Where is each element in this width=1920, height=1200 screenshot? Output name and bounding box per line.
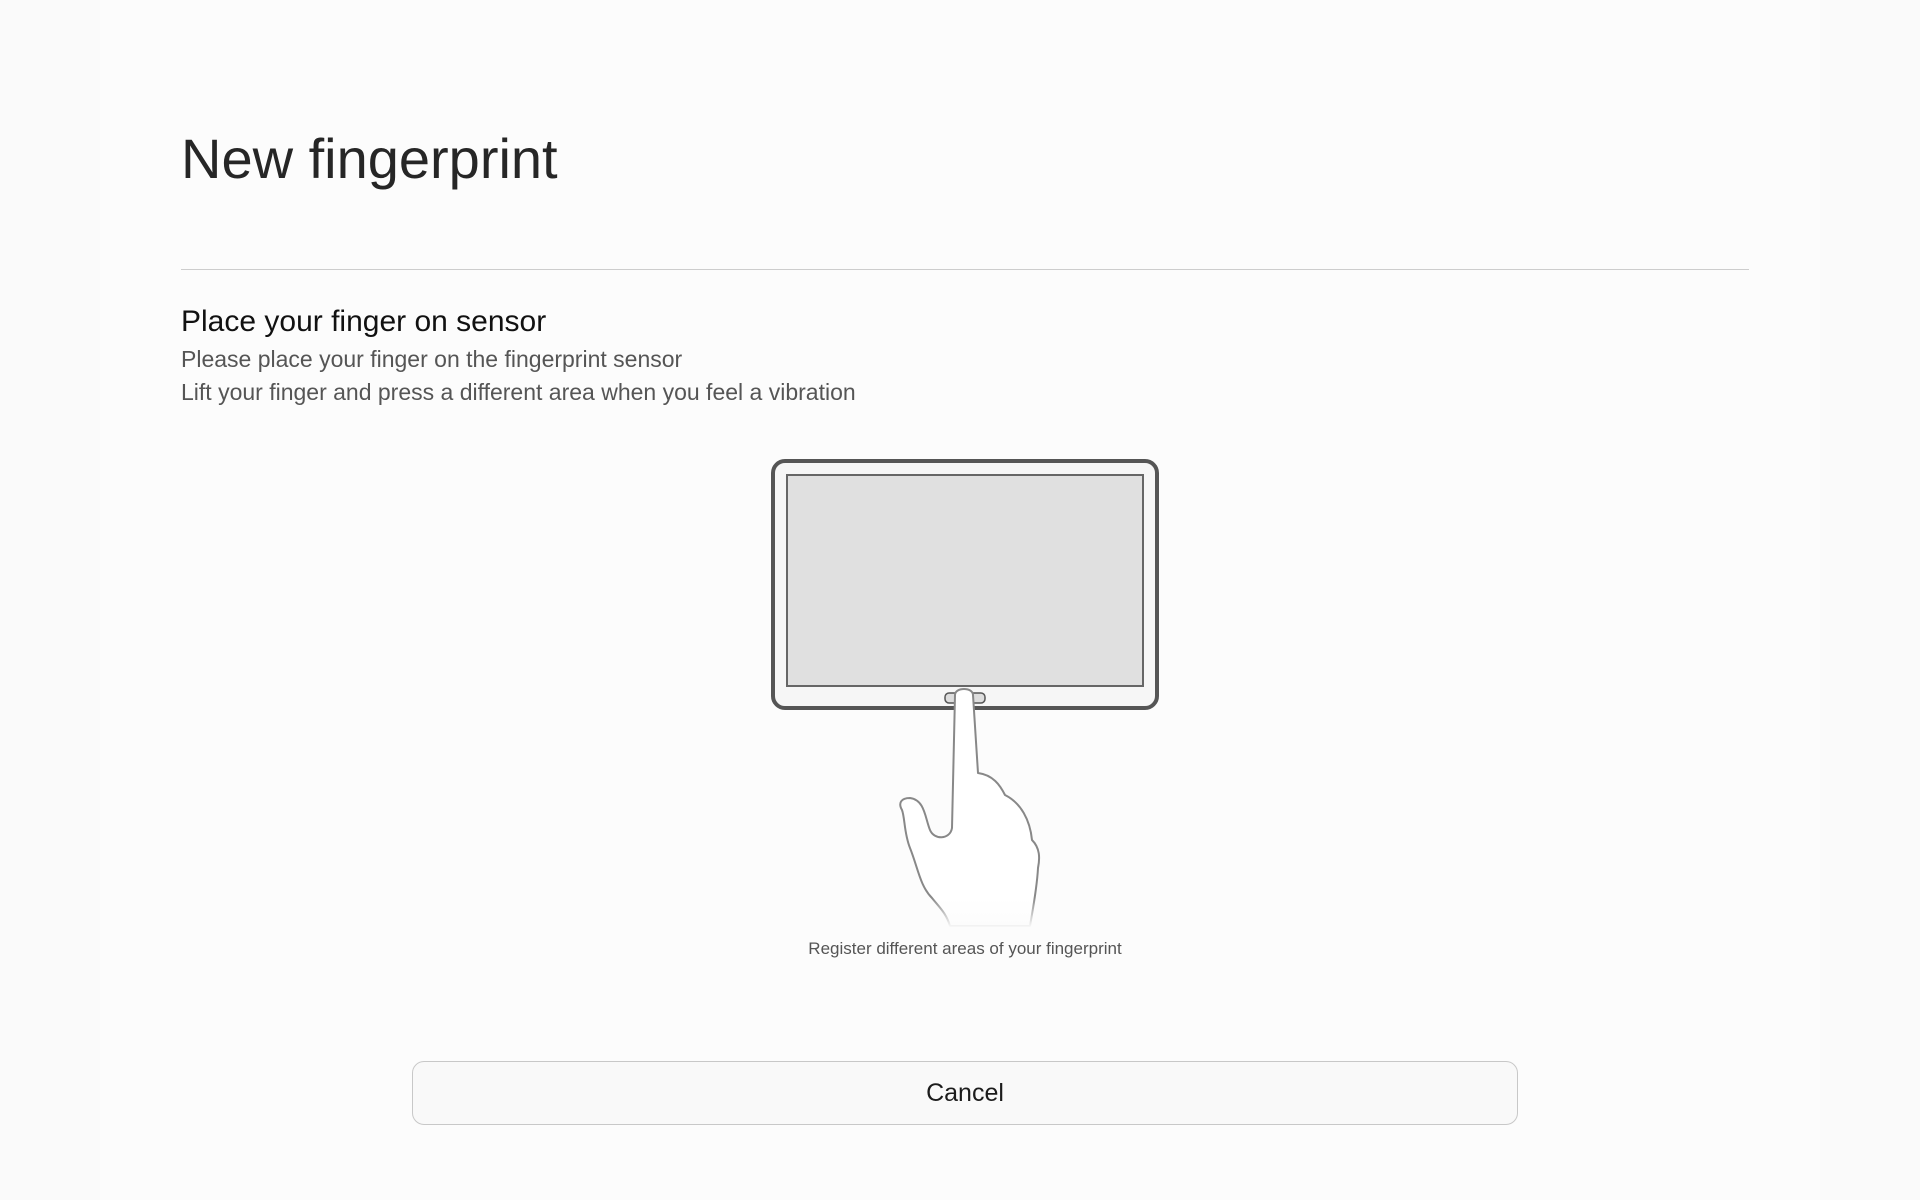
fingerprint-setup-screen: New fingerprint Place your finger on sen… — [0, 0, 1920, 1200]
illustration-caption: Register different areas of your fingerp… — [808, 939, 1122, 958]
title-divider — [181, 269, 1749, 270]
instruction-line-2: Lift your finger and press a different a… — [181, 379, 856, 405]
page-title: New fingerprint — [181, 127, 558, 190]
tablet-finger-on-home-sensor-icon — [771, 459, 1159, 928]
instruction-line-1: Please place your finger on the fingerpr… — [181, 346, 683, 372]
content-panel: New fingerprint Place your finger on sen… — [100, 0, 1820, 1200]
instruction-heading: Place your finger on sensor — [181, 305, 547, 338]
hand-icon — [899, 688, 1041, 927]
cancel-button[interactable]: Cancel — [412, 1061, 1518, 1125]
tablet-screen — [786, 474, 1144, 687]
